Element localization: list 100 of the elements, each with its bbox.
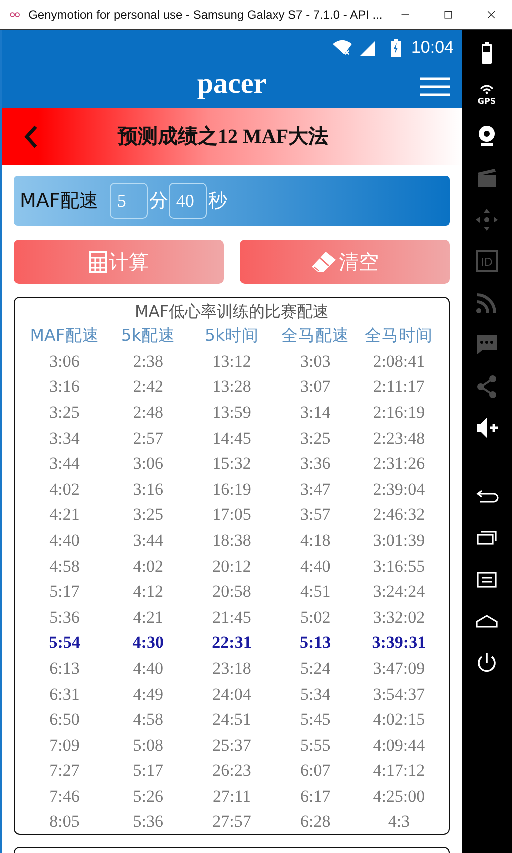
close-icon[interactable]: [486, 8, 496, 20]
table-cell-text: 5:26: [132, 786, 164, 807]
table-cell-text: 5:55: [299, 736, 332, 756]
table-cell-text: 16:19: [212, 480, 252, 500]
table-cell-text: 5:17: [48, 582, 81, 602]
table-cell-text: 3:01:39: [372, 530, 426, 551]
table-cell-text: 3:44: [132, 530, 164, 551]
table-cell-text: 5:08: [132, 736, 164, 756]
table-cell-text: 14:45: [212, 428, 252, 449]
table-cell-text: 2:39:04: [372, 480, 426, 500]
table-cell-text: 2:48: [132, 402, 164, 423]
table-cell-text: 6:13: [48, 658, 81, 679]
eraser-icon: [311, 251, 337, 273]
table-cell-text: 27:11: [212, 786, 252, 807]
table-cell-text: 26:23: [212, 761, 252, 782]
table-cell-text: 6:28: [299, 812, 332, 832]
table-cell-text: 3:06: [48, 352, 81, 372]
table-cell-text: 25:37: [212, 736, 252, 756]
battery-charging-icon: [391, 38, 402, 56]
table-cell-text: 3:25: [132, 505, 164, 526]
table-cell-text: 4:40: [299, 556, 332, 577]
table-cell-text: 24:04: [212, 684, 252, 705]
calculator-icon: [89, 251, 107, 273]
seconds-unit: 秒: [208, 189, 228, 214]
table-cell-text: 6:50: [48, 710, 81, 730]
table-cell-text: 3:47:09: [372, 658, 426, 679]
maximize-icon[interactable]: [444, 8, 453, 20]
table-cell-text: 3:07: [299, 377, 332, 398]
table-cell-text: 2:38: [132, 352, 164, 372]
table-cell-text: 3:25: [299, 428, 332, 449]
table-cell-text: 5:02: [299, 608, 332, 628]
table-cell-text: 6:17: [299, 786, 332, 807]
column-header: MAF配速: [29, 325, 100, 347]
table-cell-text: 3:34: [48, 428, 81, 449]
table-cell-text: 20:58: [212, 582, 252, 602]
seconds-field[interactable]: 40: [169, 183, 208, 219]
table-cell-text: 7:46: [48, 786, 81, 807]
table-cell-text: 5:13: [299, 633, 332, 654]
status-time: 10:04: [411, 38, 454, 58]
table-cell-text: 5:34: [299, 684, 332, 705]
window-title: Genymotion for personal use - Samsung Galaxy S7 - 7.1.0 - API ...: [28, 8, 383, 22]
table-cell-text: 4:21: [48, 505, 81, 526]
table-cell-text: 4:02:15: [372, 710, 426, 730]
table-cell-text: 3:24:24: [372, 582, 426, 602]
table-cell-text: 3:32:02: [372, 608, 426, 628]
table-cell-text: 17:05: [212, 505, 252, 526]
column-header: 5k配速: [120, 325, 176, 347]
table-cell-text: 5:24: [299, 658, 332, 679]
table-cell-text: 3:03: [299, 352, 332, 372]
table-cell-text: 4:40: [48, 530, 81, 551]
table-cell-text: 2:16:19: [372, 402, 426, 423]
table-cell-text: 3:06: [132, 454, 164, 474]
table-cell-text: 4:17:12: [372, 761, 426, 782]
table-cell-text: 2:57: [132, 428, 164, 449]
table-cell-text: 3:36: [299, 454, 332, 474]
table-cell-text: 5:17: [132, 761, 164, 782]
table-cell-text: 13:59: [212, 402, 252, 423]
table-cell-text: 4:25:00: [372, 786, 426, 807]
table-cell-text: 23:18: [212, 658, 252, 679]
wifi-off-icon: [333, 40, 352, 56]
table-cell-text: 20:12: [212, 556, 252, 577]
column-header: 5k时间: [204, 325, 260, 347]
table-cell-text: 15:32: [212, 454, 252, 474]
table-cell-text: 4:49: [132, 684, 164, 705]
table-cell-text: 18:38: [212, 530, 252, 551]
table-cell-text: 7:09: [48, 736, 81, 756]
table-cell-text: 3:25: [48, 402, 81, 423]
table-cell-text: 4:40: [132, 658, 164, 679]
table-cell-text: 3:16: [48, 377, 81, 398]
table-cell-text: 5:36: [48, 608, 81, 628]
table-cell-text: 4:02: [48, 480, 81, 500]
table-cell-text: 5:36: [132, 812, 164, 832]
table-cell-text: 21:45: [212, 608, 252, 628]
table-cell-text: 5:54: [48, 633, 82, 654]
table-cell-text: 24:51: [212, 710, 252, 730]
table-cell-text: 5:45: [299, 710, 332, 730]
table-title: MAF低心率训练的比赛配速: [134, 301, 330, 323]
signal-icon: [358, 40, 378, 56]
table-cell-text: 13:28: [212, 377, 252, 398]
clear-button[interactable]: 清空: [240, 240, 450, 284]
table-cell-text: 4:18: [299, 530, 332, 551]
minutes-field[interactable]: 5: [110, 183, 148, 219]
table-cell-text: 4:58: [132, 710, 164, 730]
table-cell-text: 27:57: [212, 812, 252, 832]
table-cell-text: 3:16:55: [372, 556, 426, 577]
table-cell-text: 8:05: [48, 812, 81, 832]
table-cell-text: 4:58: [48, 556, 81, 577]
pace-label: MAF配速: [20, 189, 98, 214]
table-cell-text: 2:46:32: [372, 505, 426, 526]
table-cell-text: 4:09:44: [372, 736, 426, 756]
table-cell-text: 4:30: [132, 633, 165, 654]
table-cell-text: 2:42: [132, 377, 164, 398]
calculate-button[interactable]: 计算: [14, 240, 224, 284]
table-cell-text: 4:12: [132, 582, 164, 602]
table-cell-text: 2:23:48: [372, 428, 426, 449]
table-cell-text: 7:27: [48, 761, 81, 782]
table-cell-text: 2:31:26: [372, 454, 426, 474]
table-cell-text: 2:08:41: [372, 352, 426, 372]
app-logo: pacer: [197, 68, 267, 101]
table-cell-text: 3:44: [48, 454, 81, 474]
